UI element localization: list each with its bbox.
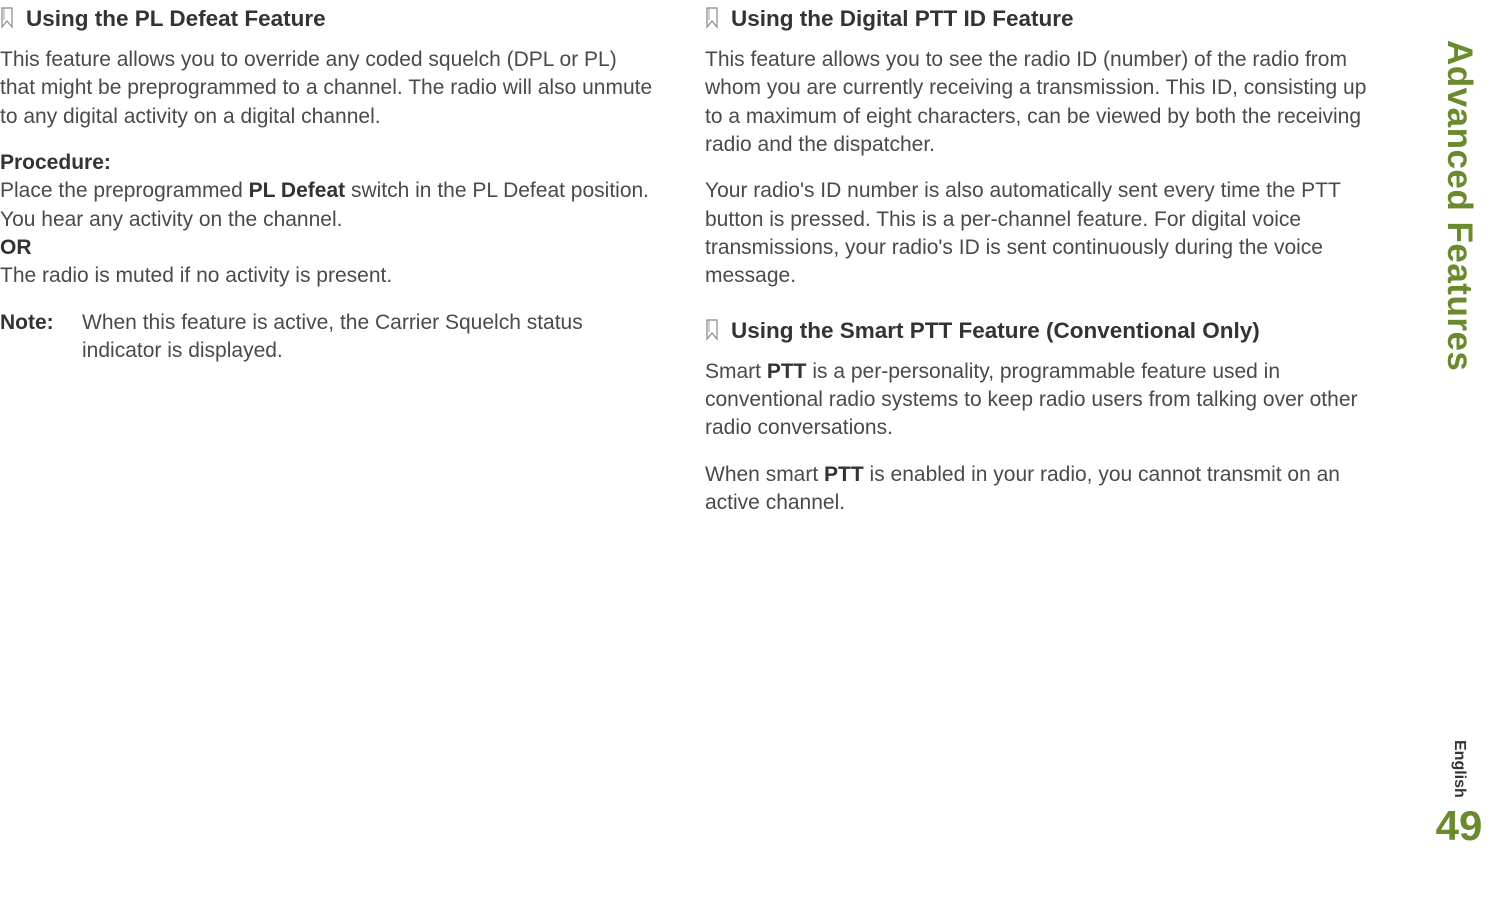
heading-text: Using the Digital PTT ID Feature (731, 5, 1074, 32)
page-number: 49 (1436, 802, 1483, 850)
side-section-title: Advanced Features (1439, 40, 1479, 371)
para-bold-ptt: PTT (767, 360, 807, 383)
note-text: When this feature is active, the Carrier… (82, 309, 655, 366)
page-content: Using the PL Defeat Feature This feature… (0, 0, 1509, 535)
proc-line2: The radio is muted if no activity is pre… (0, 264, 392, 287)
left-column: Using the PL Defeat Feature This feature… (0, 5, 685, 535)
heading-text: Using the Smart PTT Feature (Conventiona… (731, 317, 1260, 344)
body-paragraph: Your radio's ID number is also automatic… (705, 177, 1375, 290)
body-paragraph: This feature allows you to see the radio… (705, 46, 1375, 159)
bookmark-icon (0, 7, 16, 29)
body-paragraph: This feature allows you to override any … (0, 46, 655, 131)
para-bold-ptt: PTT (824, 463, 864, 486)
para-a: Smart (705, 360, 767, 383)
right-column: Using the Digital PTT ID Feature This fe… (685, 5, 1405, 535)
page-language: English (1450, 740, 1468, 798)
or-label: OR (0, 236, 32, 259)
section-heading-smart-ptt: Using the Smart PTT Feature (Conventiona… (705, 317, 1375, 344)
side-bar: Advanced Features English 49 (1434, 40, 1484, 850)
proc-bold-pl-defeat: PL Defeat (249, 179, 345, 202)
body-paragraph: Smart PTT is a per-personality, programm… (705, 358, 1375, 443)
bookmark-icon (705, 319, 721, 341)
section-spacer (705, 309, 1375, 317)
procedure-label: Procedure: (0, 149, 655, 177)
procedure-text: Place the preprogrammed PL Defeat switch… (0, 177, 655, 290)
proc-text-a: Place the preprogrammed (0, 179, 249, 202)
body-paragraph: When smart PTT is enabled in your radio,… (705, 461, 1375, 518)
page-number-block: English 49 (1436, 740, 1483, 850)
section-heading-digital-ptt: Using the Digital PTT ID Feature (705, 5, 1375, 32)
section-heading-pl-defeat: Using the PL Defeat Feature (0, 5, 655, 32)
heading-text: Using the PL Defeat Feature (26, 5, 326, 32)
bookmark-icon (705, 7, 721, 29)
para-a: When smart (705, 463, 824, 486)
procedure-block: Procedure: Place the preprogrammed PL De… (0, 149, 655, 291)
note-label: Note: (0, 309, 82, 366)
note-block: Note: When this feature is active, the C… (0, 309, 655, 366)
